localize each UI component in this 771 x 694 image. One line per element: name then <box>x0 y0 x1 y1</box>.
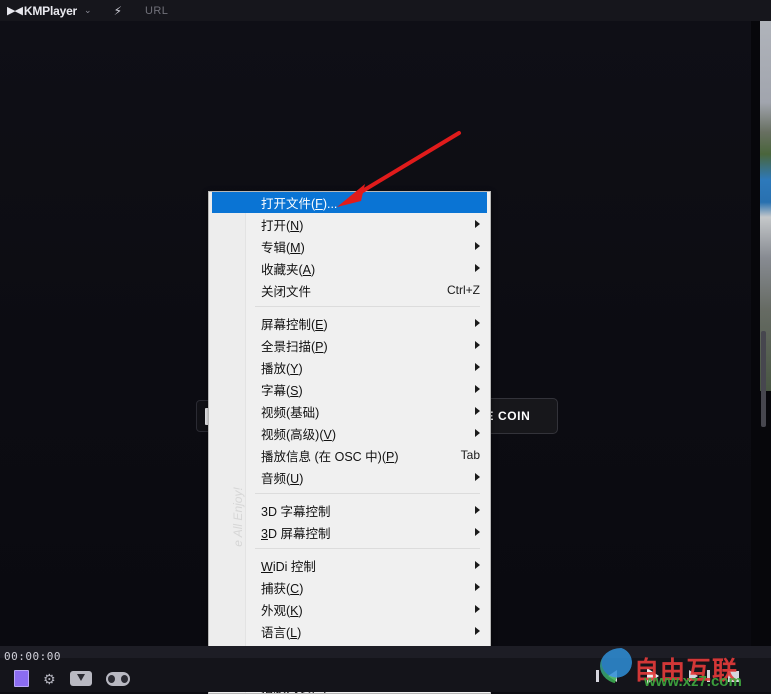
time-display: 00:00:00 <box>4 650 61 663</box>
menu-item[interactable]: 关闭文件 Ctrl+Z <box>209 279 490 301</box>
menu-item[interactable]: 外观(K) <box>209 598 490 620</box>
menu-item-label: 3D 字幕控制 <box>261 501 330 520</box>
menu-item[interactable]: 视频(高级)(V) <box>209 422 490 444</box>
menu-item-label: 3D 屏幕控制 <box>261 523 330 542</box>
submenu-arrow-icon <box>475 561 480 569</box>
lightning-bolt-icon[interactable]: ⚡ <box>114 4 122 18</box>
app-logo: ▶◀ KMPlayer <box>7 4 77 18</box>
menu-item[interactable]: 播放(Y) <box>209 356 490 378</box>
menu-item-shortcut: Tab <box>461 448 480 462</box>
title-bar: ▶◀ KMPlayer ⌄ ⚡ URL <box>0 0 771 22</box>
submenu-arrow-icon <box>475 242 480 250</box>
submenu-arrow-icon <box>475 605 480 613</box>
menu-item-shortcut: Ctrl+Z <box>447 283 480 297</box>
menu-item[interactable]: 打开(N) <box>209 213 490 235</box>
menu-separator <box>255 548 480 549</box>
vertical-scrollbar-thumb[interactable] <box>761 331 766 427</box>
submenu-arrow-icon <box>475 583 480 591</box>
menu-item-label: 打开(N) <box>261 215 303 234</box>
chevron-down-icon[interactable]: ⌄ <box>84 5 92 16</box>
submenu-arrow-icon <box>475 506 480 514</box>
menu-item[interactable]: WiDi 控制 <box>209 554 490 576</box>
thumbnail-strip[interactable] <box>751 21 771 646</box>
menu-item-label: 播放(Y) <box>261 358 303 377</box>
menu-item[interactable]: 语言(L) <box>209 620 490 642</box>
submenu-arrow-icon <box>475 407 480 415</box>
menu-item-label: 语言(L) <box>261 622 301 641</box>
submenu-arrow-icon <box>475 473 480 481</box>
menu-item[interactable]: 屏幕控制(E) <box>209 312 490 334</box>
menu-item[interactable]: 视频(基础) <box>209 400 490 422</box>
bottom-left-controls[interactable]: ⚙ <box>14 670 130 687</box>
gear-icon[interactable]: ⚙ <box>43 672 56 686</box>
menu-item[interactable]: 字幕(S) <box>209 378 490 400</box>
menu-item-label: 屏幕控制(E) <box>261 314 328 333</box>
menu-item-label: 视频(基础) <box>261 402 319 421</box>
menu-item-label: 打开文件(F)... <box>261 193 337 212</box>
menu-item-label: 收藏夹(A) <box>261 259 315 278</box>
menu-item-label: 视频(高级)(V) <box>261 424 336 443</box>
menu-item[interactable]: 专辑(M) <box>209 235 490 257</box>
playlist-icon[interactable] <box>14 670 29 687</box>
submenu-arrow-icon <box>475 363 480 371</box>
submenu-arrow-icon <box>475 429 480 437</box>
submenu-arrow-icon <box>475 341 480 349</box>
download-icon[interactable] <box>70 671 92 686</box>
menu-item-label: 专辑(M) <box>261 237 305 256</box>
watermark-text-en: www.xz7.com <box>644 673 742 690</box>
menu-item-label: 外观(K) <box>261 600 303 619</box>
menu-item-label: 捕获(C) <box>261 578 303 597</box>
submenu-arrow-icon <box>475 264 480 272</box>
menu-item[interactable]: 捕获(C) <box>209 576 490 598</box>
context-menu[interactable]: e All Enjoy! 打开文件(F)...打开(N)专辑(M)收藏夹(A)关… <box>208 191 491 694</box>
menu-item-label: 关闭文件 <box>261 281 311 300</box>
menu-item[interactable]: 音频(U) <box>209 466 490 488</box>
context-menu-items[interactable]: 打开文件(F)... 打开(N) 专辑(M) 收藏夹(A) 关闭文件 Ctrl+Z 屏幕控制… <box>209 192 490 694</box>
menu-item[interactable]: 播放信息 (在 OSC 中)(P) Tab <box>209 444 490 466</box>
vr-goggles-icon[interactable] <box>106 672 130 686</box>
submenu-arrow-icon <box>475 385 480 393</box>
menu-separator <box>255 306 480 307</box>
kmplayer-mark-icon: ▶◀ <box>7 4 22 17</box>
menu-item-label: WiDi 控制 <box>261 556 316 575</box>
menu-item[interactable]: 3D 字幕控制 <box>209 499 490 521</box>
menu-item-label: 音频(U) <box>261 468 303 487</box>
menu-item[interactable]: 全景扫描(P) <box>209 334 490 356</box>
menu-item-label: 全景扫描(P) <box>261 336 328 355</box>
submenu-arrow-icon <box>475 528 480 536</box>
submenu-arrow-icon <box>475 627 480 635</box>
menu-item-label: 字幕(S) <box>261 380 303 399</box>
menu-item[interactable]: 收藏夹(A) <box>209 257 490 279</box>
app-title: KMPlayer <box>24 4 77 18</box>
submenu-arrow-icon <box>475 319 480 327</box>
menu-item[interactable]: 3D 屏幕控制 <box>209 521 490 543</box>
menu-item-label: 播放信息 (在 OSC 中)(P) <box>261 446 399 465</box>
submenu-arrow-icon <box>475 220 480 228</box>
menu-item[interactable]: 打开文件(F)... <box>212 192 487 213</box>
url-label[interactable]: URL <box>145 5 168 17</box>
menu-separator <box>255 493 480 494</box>
